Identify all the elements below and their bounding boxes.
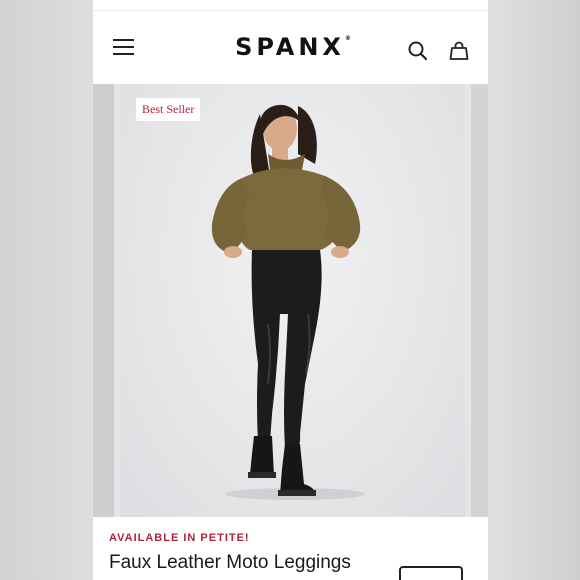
right-blurred-edge	[487, 0, 580, 580]
left-blurred-edge	[0, 0, 93, 580]
product-image[interactable]: Best Seller	[120, 84, 465, 517]
model-photo	[211, 104, 365, 500]
shopping-bag-icon[interactable]	[447, 39, 471, 63]
product-image-carousel[interactable]: Best Seller	[93, 84, 488, 517]
brand-name: SPANX	[235, 33, 345, 61]
product-title: Faux Leather Moto Leggings	[109, 552, 351, 573]
availability-note: AVAILABLE IN PETITE!	[109, 532, 250, 544]
menu-icon[interactable]	[113, 39, 135, 57]
previous-slide-peek[interactable]	[93, 84, 114, 517]
option-button[interactable]	[399, 566, 463, 580]
site-header: SPANX ®	[93, 11, 488, 84]
brand-logo[interactable]: SPANX ®	[215, 33, 365, 61]
best-seller-badge: Best Seller	[136, 98, 201, 121]
mobile-page: SPANX ® Best Seller AVAILABLE IN PETITE!…	[93, 0, 488, 580]
next-slide-peek[interactable]	[471, 84, 488, 517]
brand-registered-mark: ®	[344, 35, 351, 42]
search-icon[interactable]	[406, 39, 430, 63]
